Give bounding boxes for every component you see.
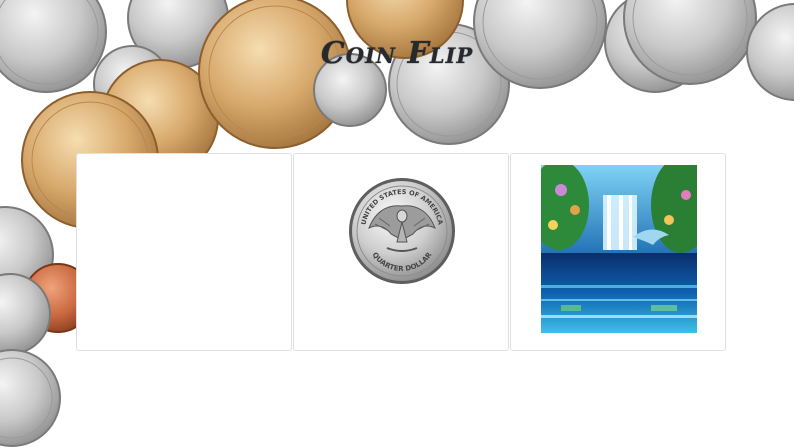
coin-flip-page: Coin Flip UNITED STATES OF AMERICA QUART… [0, 0, 794, 447]
waterfall-image[interactable] [529, 157, 711, 333]
panel-picture[interactable] [510, 153, 726, 351]
panel-coin[interactable]: UNITED STATES OF AMERICA QUARTER DOLLAR [293, 153, 509, 351]
coin-panels: UNITED STATES OF AMERICA QUARTER DOLLAR [76, 153, 726, 353]
page-title: Coin Flip [320, 36, 474, 71]
quarter-coin-image[interactable]: UNITED STATES OF AMERICA QUARTER DOLLAR [347, 176, 457, 286]
panel-empty[interactable] [76, 153, 292, 351]
